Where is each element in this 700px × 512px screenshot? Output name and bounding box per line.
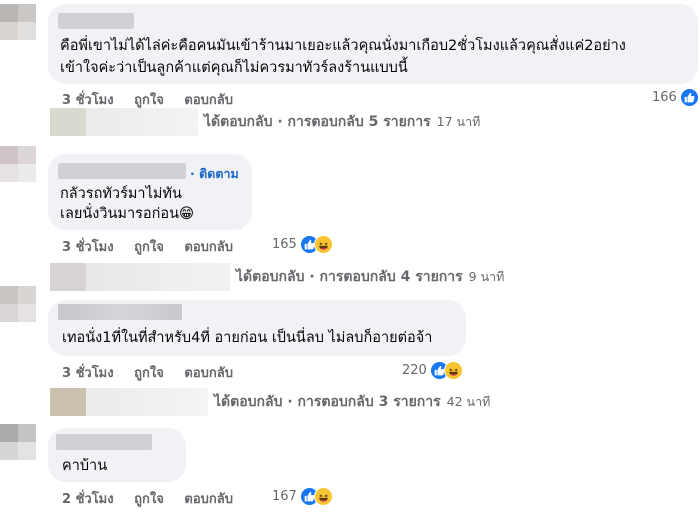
avatar[interactable] <box>0 286 36 322</box>
reaction-count: 165 <box>272 236 297 252</box>
reply-button[interactable]: ตอบกลับ <box>184 362 233 383</box>
view-replies-link[interactable]: ได้ตอบกลับ · การตอบกลับ 3 รายการ <box>214 391 441 413</box>
author-name[interactable] <box>58 163 186 179</box>
comment-bubble: · ติดตาม กลัวรถทัวร์มาไม่ทัน เลยนั่งวินม… <box>48 154 252 230</box>
haha-icon <box>443 360 463 380</box>
like-icon <box>679 87 699 107</box>
avatar[interactable] <box>0 146 36 182</box>
reply-button[interactable]: ตอบกลับ <box>184 488 233 509</box>
timestamp[interactable]: 3 ชั่วโมง <box>62 89 114 110</box>
avatar[interactable] <box>0 424 36 460</box>
reply-button[interactable]: ตอบกลับ <box>184 89 233 110</box>
author-name[interactable] <box>58 13 134 29</box>
reaction-count: 167 <box>272 488 297 504</box>
reaction-summary[interactable]: 165 <box>272 234 333 254</box>
timestamp[interactable]: 2 ชั่วโมง <box>62 488 114 509</box>
comment-actions: 3 ชั่วโมง ถูกใจ ตอบกลับ <box>62 236 233 257</box>
haha-icon <box>313 234 333 254</box>
replier-name <box>86 263 230 291</box>
reaction-summary[interactable]: 166 <box>652 87 699 107</box>
view-replies-row[interactable]: ได้ตอบกลับ · การตอบกลับ 4 รายการ 9 นาที <box>50 263 504 291</box>
comment-bubble: คือพี่เขาไม่ได้ไล่ค่ะคือคนมันเข้าร้านมาเ… <box>48 4 698 84</box>
like-button[interactable]: ถูกใจ <box>134 488 164 509</box>
comment-actions: 3 ชั่วโมง ถูกใจ ตอบกลับ <box>62 89 233 110</box>
comment-bubble: คาบ้าน <box>48 428 186 482</box>
replier-avatar <box>50 108 86 136</box>
reply-button[interactable]: ตอบกลับ <box>184 236 233 257</box>
comment-text: เข้าใจค่ะว่าเป็นลูกค้าแต่คุณก็ไม่ควรมาทั… <box>60 60 408 76</box>
replier-avatar <box>50 388 86 416</box>
view-replies-row[interactable]: ได้ตอบกลับ · การตอบกลับ 5 รายการ 17 นาที <box>50 108 480 136</box>
reply-time: 42 นาที <box>446 394 491 409</box>
replier-name <box>86 108 198 136</box>
comment-text: คือพี่เขาไม่ได้ไล่ค่ะคือคนมันเข้าร้านมาเ… <box>60 38 626 54</box>
view-replies-link[interactable]: ได้ตอบกลับ · การตอบกลับ 5 รายการ <box>204 111 431 133</box>
view-replies-row[interactable]: ได้ตอบกลับ · การตอบกลับ 3 รายการ 42 นาที <box>50 388 490 416</box>
reaction-count: 220 <box>402 362 427 378</box>
reaction-summary[interactable]: 220 <box>402 360 463 380</box>
like-button[interactable]: ถูกใจ <box>134 236 164 257</box>
timestamp[interactable]: 3 ชั่วโมง <box>62 362 114 383</box>
comment-text: กลัวรถทัวร์มาไม่ทัน <box>60 186 182 202</box>
comment-text: เลยนั่งวินมารอก่อน😁 <box>60 206 195 222</box>
comment-bubble: เทอนั่ง1ที่ในที่สำหรับ4ที่ อายก่อน เป็นน… <box>48 300 466 356</box>
reply-time: 17 นาที <box>436 114 481 129</box>
replier-avatar <box>50 263 86 291</box>
comment-text: เทอนั่ง1ที่ในที่สำหรับ4ที่ อายก่อน เป็นน… <box>62 330 433 346</box>
timestamp[interactable]: 3 ชั่วโมง <box>62 236 114 257</box>
author-name[interactable] <box>58 304 182 320</box>
view-replies-link[interactable]: ได้ตอบกลับ · การตอบกลับ 4 รายการ <box>236 266 463 288</box>
reaction-summary[interactable]: 167 <box>272 486 333 506</box>
author-name[interactable] <box>56 434 152 450</box>
like-button[interactable]: ถูกใจ <box>134 89 164 110</box>
replier-name <box>86 388 208 416</box>
comment-actions: 2 ชั่วโมง ถูกใจ ตอบกลับ <box>62 488 233 509</box>
haha-icon <box>313 486 333 506</box>
follow-button[interactable]: · ติดตาม <box>190 164 239 184</box>
reaction-count: 166 <box>652 89 677 105</box>
like-button[interactable]: ถูกใจ <box>134 362 164 383</box>
avatar[interactable] <box>0 4 36 40</box>
comment-text: คาบ้าน <box>62 458 108 474</box>
comment-actions: 3 ชั่วโมง ถูกใจ ตอบกลับ <box>62 362 233 383</box>
reply-time: 9 นาที <box>468 269 505 284</box>
